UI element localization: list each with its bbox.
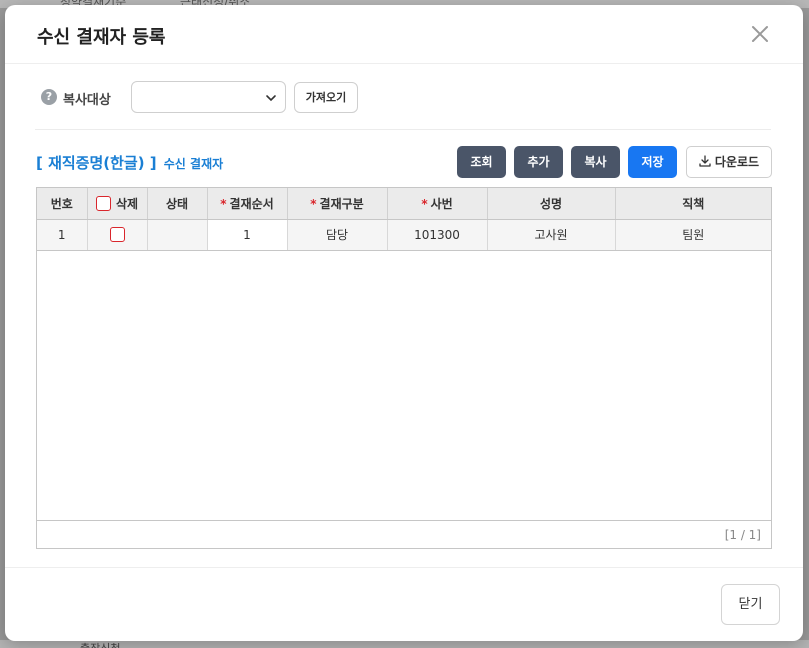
column-header-position: 직책 xyxy=(615,188,771,220)
column-header-emp-no: * 사번 xyxy=(387,188,488,220)
dialog-title: 수신 결재자 등록 xyxy=(37,27,166,48)
column-header-no: 번호 xyxy=(37,188,88,220)
column-header-label: 결재순서 xyxy=(229,196,274,211)
document-type-label: [ 재직증명(한글) ] xyxy=(36,154,157,172)
column-header-label: 번호 xyxy=(50,196,73,211)
background-menu-label: 출장신청 xyxy=(80,640,120,648)
column-header-label: 결재구분 xyxy=(319,196,364,211)
divider xyxy=(35,129,771,130)
copy-target-select[interactable] xyxy=(131,81,286,113)
cell-name: 고사원 xyxy=(487,219,616,251)
column-header-delete: 삭제 xyxy=(87,188,148,220)
column-header-status: 상태 xyxy=(147,188,208,220)
column-header-label: 사번 xyxy=(430,196,453,211)
section-subtitle: 수신 결재자 xyxy=(163,157,224,171)
column-header-type: * 결재구분 xyxy=(287,188,388,220)
copy-button[interactable]: 복사 xyxy=(571,146,620,178)
select-all-checkbox[interactable] xyxy=(95,195,111,211)
download-icon xyxy=(699,155,711,167)
background-bottom-strip: 출장신청 xyxy=(0,640,809,648)
download-label: 다운로드 xyxy=(714,155,760,169)
copy-target-label: 복사대상 xyxy=(63,93,111,108)
required-mark: * xyxy=(421,196,428,211)
download-button[interactable]: 다운로드 xyxy=(686,146,772,178)
table-row[interactable]: 1 1 담당 101300 고사원 팀원 xyxy=(37,219,771,251)
cell-status xyxy=(147,219,208,251)
save-button[interactable]: 저장 xyxy=(628,146,677,178)
required-mark: * xyxy=(220,196,227,211)
required-mark: * xyxy=(310,196,317,211)
row-delete-checkbox[interactable] xyxy=(109,227,125,242)
dialog-header: 수신 결재자 등록 xyxy=(5,5,803,64)
grid-header-row: 번호 삭제 상태 * 결재순서 * 결재구분 * 사번 성명 직책 xyxy=(37,188,771,220)
inquire-button[interactable]: 조회 xyxy=(457,146,506,178)
copy-target-row: ? 복사대상 가져오기 xyxy=(41,81,771,113)
column-header-name: 성명 xyxy=(487,188,616,220)
cell-no: 1 xyxy=(37,219,88,251)
cell-delete xyxy=(87,219,148,251)
page-indicator: [1 / 1] xyxy=(724,528,761,542)
add-button[interactable]: 추가 xyxy=(514,146,563,178)
column-header-order: * 결재순서 xyxy=(207,188,288,220)
section-title: [ 재직증명(한글) ] 수신 결재자 xyxy=(36,152,223,173)
cell-emp-no[interactable]: 101300 xyxy=(387,219,488,251)
column-header-label: 직책 xyxy=(682,196,705,211)
chevron-down-icon xyxy=(266,95,276,102)
approver-grid: 번호 삭제 상태 *결재순서 *결재구분 *사번 성명 직책 1 1 담당 xyxy=(36,187,772,549)
cell-position: 팀원 xyxy=(615,219,771,251)
approver-dialog: 수신 결재자 등록 ? 복사대상 가져오기 [ 재직증명(한글) ] 수신 결재… xyxy=(5,5,803,641)
cell-order[interactable]: 1 xyxy=(207,219,288,251)
grid-footer: [1 / 1] xyxy=(37,520,771,548)
close-icon[interactable] xyxy=(749,23,771,45)
column-header-label: 성명 xyxy=(539,196,563,211)
fetch-button[interactable]: 가져오기 xyxy=(294,82,358,113)
close-button[interactable]: 닫기 xyxy=(721,584,780,625)
column-header-label: 상태 xyxy=(165,196,189,211)
column-header-label: 삭제 xyxy=(115,196,139,211)
footer-divider xyxy=(5,567,803,568)
cell-type[interactable]: 담당 xyxy=(287,219,388,251)
help-icon[interactable]: ? xyxy=(41,89,57,105)
